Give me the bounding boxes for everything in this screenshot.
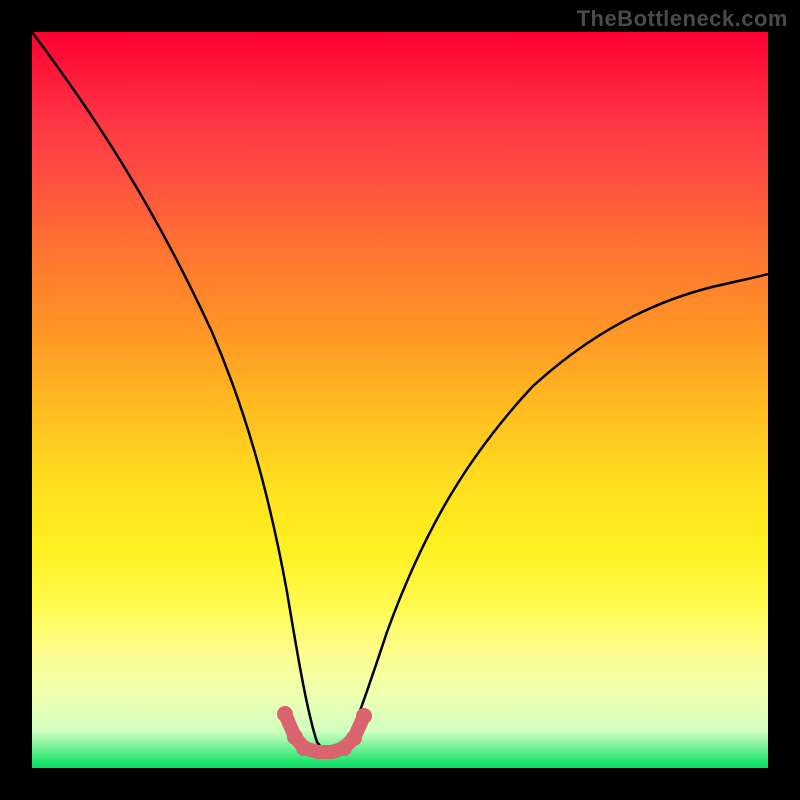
main-curve-line [32,32,768,753]
marker-dot [346,730,362,746]
plot-area [32,32,768,768]
watermark-text: TheBottleneck.com [577,6,788,32]
marker-band [277,706,372,756]
chart-frame: TheBottleneck.com [0,0,800,800]
marker-dot [296,740,312,756]
chart-svg [32,32,768,768]
marker-dot [277,706,293,722]
marker-dot [356,708,372,724]
